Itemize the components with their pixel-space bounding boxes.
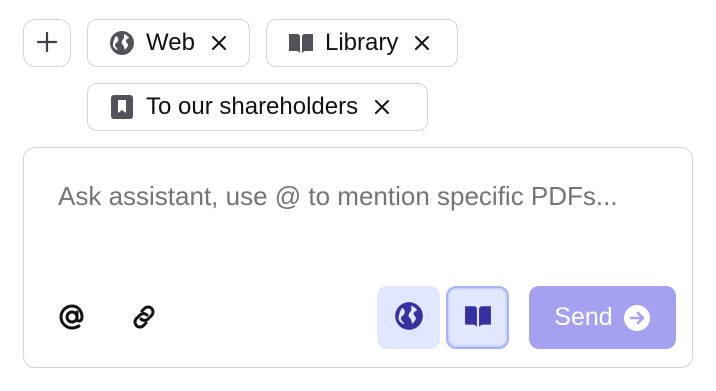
send-label: Send — [554, 303, 613, 331]
chat-context-panel: Web Library To our shareholders Ask assi… — [0, 0, 716, 391]
bookmark-icon — [108, 93, 136, 121]
send-button[interactable]: Send — [529, 286, 676, 349]
globe-icon — [108, 29, 136, 57]
context-chip-document[interactable]: To our shareholders — [87, 83, 428, 131]
at-sign-icon — [57, 302, 87, 335]
arrow-right-circle-icon — [623, 304, 651, 332]
close-icon[interactable] — [370, 95, 394, 119]
context-chip-library[interactable]: Library — [266, 19, 458, 67]
prompt-input[interactable] — [58, 176, 638, 256]
chip-label: Web — [146, 29, 195, 56]
close-icon[interactable] — [207, 31, 231, 55]
add-context-button[interactable] — [23, 19, 71, 67]
mention-button[interactable] — [52, 298, 92, 338]
globe-icon — [394, 301, 424, 334]
paperclip-icon — [129, 302, 159, 335]
book-open-icon — [464, 304, 492, 331]
plus-icon — [36, 31, 58, 56]
attach-button[interactable] — [124, 298, 164, 338]
chip-label: To our shareholders — [146, 93, 359, 120]
library-search-toggle[interactable] — [446, 286, 509, 349]
book-open-icon — [287, 29, 315, 57]
context-chip-web[interactable]: Web — [87, 19, 250, 67]
chip-label: Library — [325, 29, 399, 56]
close-icon[interactable] — [410, 31, 434, 55]
web-search-toggle[interactable] — [377, 286, 440, 349]
message-composer: Send — [23, 147, 693, 368]
